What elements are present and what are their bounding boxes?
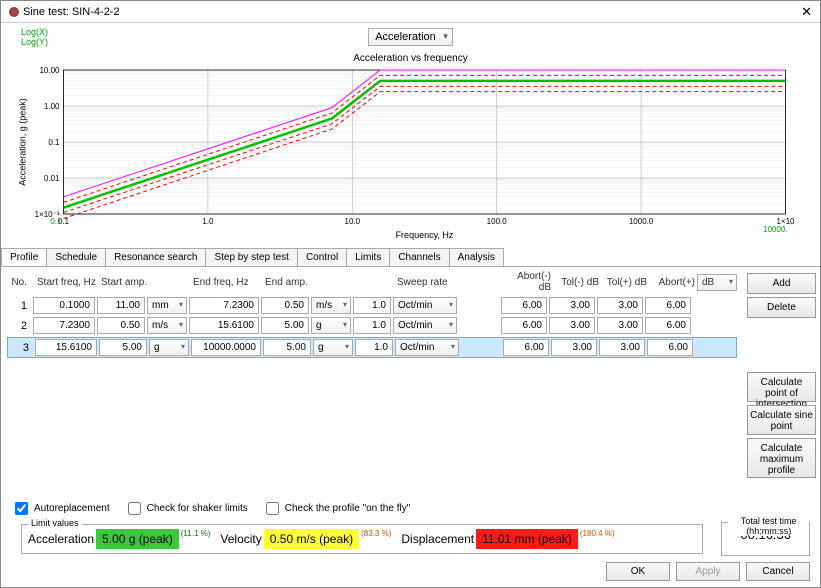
tab-step-by-step-test[interactable]: Step by step test [205, 248, 298, 266]
start-unit-select[interactable]: g [149, 339, 189, 356]
end-unit-select[interactable]: m/s [311, 297, 351, 314]
start-freq-input[interactable]: 0.1000 [33, 297, 95, 314]
disp-label: Displacement [401, 532, 474, 546]
start-freq-input[interactable]: 15.6100 [35, 339, 97, 356]
app-icon [9, 7, 19, 17]
log-y-label: Log(Y) [21, 37, 48, 47]
acc-value: 5.00 g (peak) [96, 529, 179, 549]
calc-sine-button[interactable]: Calculate sine point [747, 405, 816, 435]
svg-text:Frequency, Hz: Frequency, Hz [396, 230, 454, 240]
tab-profile[interactable]: Profile [1, 248, 47, 266]
chart-title: Acceleration vs frequency [1, 53, 820, 64]
tol-pos-input[interactable]: 3.00 [597, 297, 643, 314]
onthefly-checkbox[interactable]: Check the profile "on the fly" [262, 499, 411, 518]
end-freq-input[interactable]: 7.2300 [189, 297, 259, 314]
apply-button[interactable]: Apply [676, 562, 740, 581]
autoreplacement-checkbox[interactable]: Autoreplacement [11, 499, 110, 518]
end-amp-input[interactable]: 0.50 [261, 297, 309, 314]
tol-neg-input[interactable]: 3.00 [549, 317, 595, 334]
svg-text:0.1: 0.1 [50, 217, 62, 226]
bottom-checkboxes: Autoreplacement Check for shaker limits … [1, 495, 820, 522]
svg-text:1.00: 1.00 [44, 102, 60, 111]
tol-pos-input[interactable]: 3.00 [599, 339, 645, 356]
quantity-select[interactable]: Acceleration [368, 28, 453, 46]
start-amp-input[interactable]: 0.50 [97, 317, 145, 334]
svg-text:1000.0: 1000.0 [629, 217, 654, 226]
abort-pos-input[interactable]: 6.00 [645, 297, 691, 314]
gap-input[interactable]: 1.0 [353, 317, 391, 334]
svg-text:100.0: 100.0 [487, 217, 508, 226]
end-freq-input[interactable]: 10000.0000 [191, 339, 261, 356]
abort-pos-input[interactable]: 6.00 [645, 317, 691, 334]
chart: 0.11.010.0100.01000.01×101×10⁻³0.010.11.… [15, 64, 806, 242]
disp-value: 11.01 mm (peak) [476, 529, 578, 549]
start-amp-input[interactable]: 11.00 [97, 297, 145, 314]
rate-select[interactable]: Oct/min [393, 317, 457, 334]
abort-neg-input[interactable]: 6.00 [503, 339, 549, 356]
abort-neg-input[interactable]: 6.00 [501, 297, 547, 314]
svg-text:10.0: 10.0 [345, 217, 361, 226]
vel-value: 0.50 m/s (peak) [264, 529, 359, 549]
log-x-label: Log(X) [21, 27, 48, 37]
log-scale-labels[interactable]: Log(X) Log(Y) [21, 27, 48, 47]
cancel-button[interactable]: Cancel [746, 562, 810, 581]
tab-channels[interactable]: Channels [389, 248, 449, 266]
tab-schedule[interactable]: Schedule [46, 248, 106, 266]
svg-text:0.1: 0.1 [48, 138, 60, 147]
ok-button[interactable]: OK [606, 562, 670, 581]
calc-intersection-button[interactable]: Calculate point of intersection [747, 372, 816, 402]
titlebar: Sine test: SIN-4-2-2 ✕ [1, 1, 820, 23]
gap-input[interactable]: 1.0 [355, 339, 393, 356]
tab-bar: ProfileScheduleResonance searchStep by s… [1, 248, 820, 267]
abort-neg-input[interactable]: 6.00 [501, 317, 547, 334]
end-freq-input[interactable]: 15.6100 [189, 317, 259, 334]
abort-unit-select[interactable]: dB [697, 274, 737, 291]
gap-input[interactable]: 1.0 [353, 297, 391, 314]
start-amp-input[interactable]: 5.00 [99, 339, 147, 356]
acc-label: Acceleration [28, 532, 94, 546]
svg-text:Acceleration, g (peak): Acceleration, g (peak) [18, 98, 28, 186]
delete-button[interactable]: Delete [747, 297, 816, 318]
end-amp-input[interactable]: 5.00 [261, 317, 309, 334]
table-header: No. Start freq, Hz Start amp. End freq, … [7, 271, 737, 293]
close-icon[interactable]: ✕ [801, 4, 812, 20]
end-unit-select[interactable]: g [313, 339, 353, 356]
rate-select[interactable]: Oct/min [395, 339, 459, 356]
tab-control[interactable]: Control [297, 248, 347, 266]
vel-label: Velocity [220, 532, 261, 546]
calc-max-button[interactable]: Calculate maximum profile [747, 438, 816, 478]
start-freq-input[interactable]: 7.2300 [33, 317, 95, 334]
tab-analysis[interactable]: Analysis [449, 248, 504, 266]
abort-pos-input[interactable]: 6.00 [647, 339, 693, 356]
svg-text:0.01: 0.01 [44, 174, 60, 183]
tol-pos-input[interactable]: 3.00 [597, 317, 643, 334]
tol-neg-input[interactable]: 3.00 [549, 297, 595, 314]
shaker-limits-checkbox[interactable]: Check for shaker limits [124, 499, 248, 518]
window-title: Sine test: SIN-4-2-2 [23, 6, 120, 18]
svg-text:10000.: 10000. [763, 225, 787, 234]
svg-text:10.00: 10.00 [39, 66, 60, 75]
start-unit-select[interactable]: mm [147, 297, 187, 314]
total-time-panel: Total test time (hh:mm:ss) 00:16:36 [721, 522, 810, 556]
table-row[interactable]: 315.61005.00g10000.00005.00g1.0Oct/min6.… [7, 337, 737, 358]
end-unit-select[interactable]: g [311, 317, 351, 334]
add-button[interactable]: Add [747, 273, 816, 294]
start-unit-select[interactable]: m/s [147, 317, 187, 334]
tab-resonance-search[interactable]: Resonance search [105, 248, 206, 266]
svg-text:1.0: 1.0 [202, 217, 214, 226]
tab-limits[interactable]: Limits [346, 248, 390, 266]
tol-neg-input[interactable]: 3.00 [551, 339, 597, 356]
rate-select[interactable]: Oct/min [393, 297, 457, 314]
table-row[interactable]: 27.23000.50m/s15.61005.00g1.0Oct/min6.00… [7, 317, 737, 334]
limit-values-panel: Limit values Acceleration5.00 g (peak)(1… [21, 524, 703, 554]
end-amp-input[interactable]: 5.00 [263, 339, 311, 356]
table-row[interactable]: 10.100011.00mm7.23000.50m/s1.0Oct/min6.0… [7, 297, 737, 314]
